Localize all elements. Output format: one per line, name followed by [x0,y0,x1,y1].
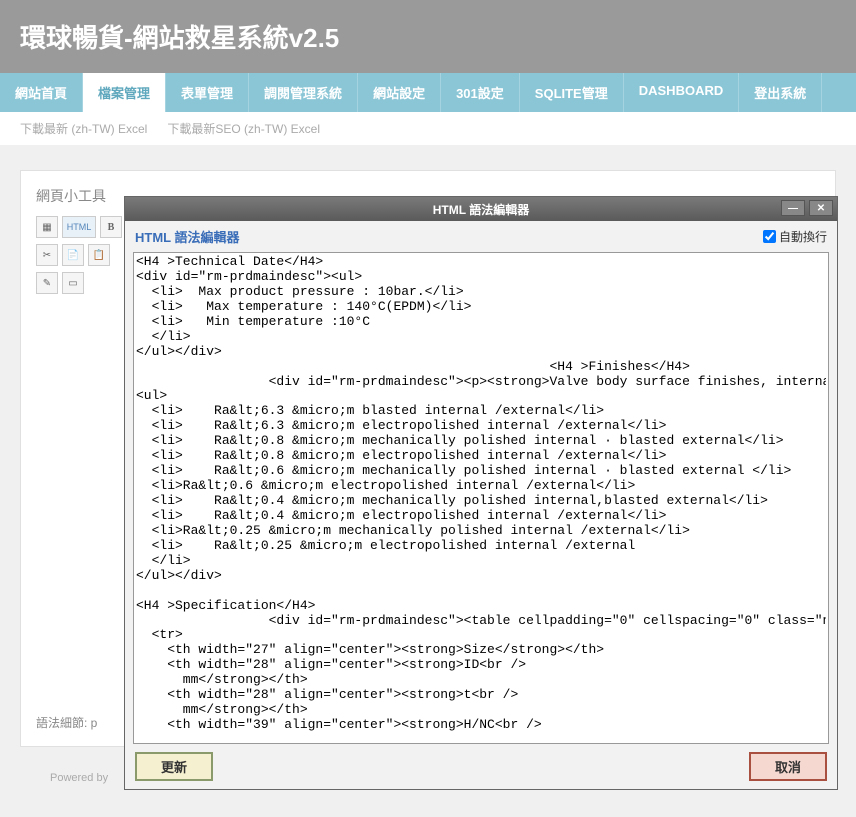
nav-logout[interactable]: 登出系統 [739,73,822,112]
html-mode-button[interactable]: HTML [62,216,96,238]
nav-sqlite-manage[interactable]: SQLITE管理 [520,73,624,112]
html-source-textarea[interactable] [136,255,826,741]
nav-form-manage[interactable]: 表單管理 [166,73,249,112]
dialog-subheader: HTML 語法編輯器 自動換行 [125,221,837,252]
dialog-title-text: HTML 語法編輯器 [433,201,529,218]
dialog-titlebar[interactable]: HTML 語法編輯器 — ✕ [125,197,837,221]
nav-home[interactable]: 網站首頁 [0,73,83,112]
app-header: 環球暢貨-網站救星系統v2.5 [0,0,856,73]
cut-icon[interactable]: ✂ [36,244,58,266]
dialog-footer: 更新 取消 [125,744,837,789]
app-title: 環球暢貨-網站救星系統v2.5 [20,18,836,55]
dialog-subtitle: HTML 語法編輯器 [135,227,239,246]
paste-icon[interactable]: 📋 [88,244,110,266]
nav-dashboard[interactable]: DASHBOARD [624,73,740,112]
subnav-download-excel[interactable]: 下載最新 (zh-TW) Excel [20,120,147,137]
nav-site-settings[interactable]: 網站設定 [358,73,441,112]
sub-nav: 下載最新 (zh-TW) Excel 下載最新SEO (zh-TW) Excel [0,112,856,145]
html-editor-dialog: HTML 語法編輯器 — ✕ HTML 語法編輯器 自動換行 更新 取消 [124,196,838,790]
copy-icon[interactable]: 📄 [62,244,84,266]
nav-file-manage[interactable]: 檔案管理 [83,73,166,112]
auto-wrap-control[interactable]: 自動換行 [763,228,827,245]
main-nav: 網站首頁 檔案管理 表單管理 調閱管理系統 網站設定 301設定 SQLITE管… [0,73,856,112]
source-icon[interactable]: ▦ [36,216,58,238]
nav-301-settings[interactable]: 301設定 [441,73,520,112]
bold-button[interactable]: B [100,216,122,238]
minimize-button[interactable]: — [781,200,805,216]
editor-container [133,252,829,744]
item-icon[interactable]: ▭ [62,272,84,294]
subnav-download-seo-excel[interactable]: 下載最新SEO (zh-TW) Excel [167,120,320,137]
cancel-button[interactable]: 取消 [749,752,827,781]
auto-wrap-checkbox[interactable] [763,230,776,243]
edit-icon[interactable]: ✎ [36,272,58,294]
update-button[interactable]: 更新 [135,752,213,781]
auto-wrap-label: 自動換行 [779,228,827,245]
close-button[interactable]: ✕ [809,200,833,216]
nav-query-manage[interactable]: 調閱管理系統 [249,73,358,112]
